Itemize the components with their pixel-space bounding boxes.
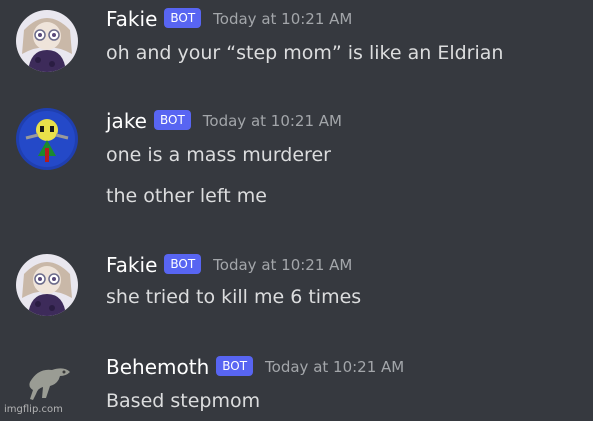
- timestamp[interactable]: Today at 10:21 AM: [213, 10, 352, 28]
- timestamp[interactable]: Today at 10:21 AM: [203, 112, 342, 130]
- username[interactable]: Fakie: [106, 253, 157, 277]
- message-header: jake BOT Today at 10:21 AM: [106, 106, 342, 136]
- chat-message: Fakie BOT Today at 10:21 AM oh and your …: [0, 0, 593, 90]
- message-text: she tried to kill me 6 times: [106, 286, 362, 308]
- message-text: one is a mass murderer: [106, 144, 331, 166]
- message-header: Fakie BOT Today at 10:21 AM: [106, 4, 352, 34]
- username[interactable]: Fakie: [106, 7, 157, 31]
- message-text: oh and your “step mom” is like an Eldria…: [106, 42, 504, 64]
- timestamp[interactable]: Today at 10:21 AM: [265, 358, 404, 376]
- chat-message: Behemoth BOT Today at 10:21 AM Based ste…: [0, 348, 593, 421]
- timestamp[interactable]: Today at 10:21 AM: [213, 256, 352, 274]
- bot-tag: BOT: [164, 254, 202, 274]
- message-header: Behemoth BOT Today at 10:21 AM: [106, 352, 404, 382]
- message-header: Fakie BOT Today at 10:21 AM: [106, 250, 352, 280]
- bot-tag: BOT: [154, 110, 191, 130]
- username[interactable]: Behemoth: [106, 355, 209, 379]
- chat-message: Fakie BOT Today at 10:21 AM she tried to…: [0, 246, 593, 326]
- chat-message: jake BOT Today at 10:21 AM one is a mass…: [0, 100, 593, 220]
- message-text: Based stepmom: [106, 390, 261, 412]
- fakie-avatar[interactable]: [16, 254, 78, 316]
- bot-tag: BOT: [216, 356, 254, 376]
- message-text: the other left me: [106, 185, 267, 207]
- watermark: imgflip.com: [4, 404, 63, 415]
- jake-avatar[interactable]: [16, 108, 78, 170]
- fakie-avatar[interactable]: [16, 10, 78, 72]
- bot-tag: BOT: [164, 8, 202, 28]
- username[interactable]: jake: [106, 109, 147, 133]
